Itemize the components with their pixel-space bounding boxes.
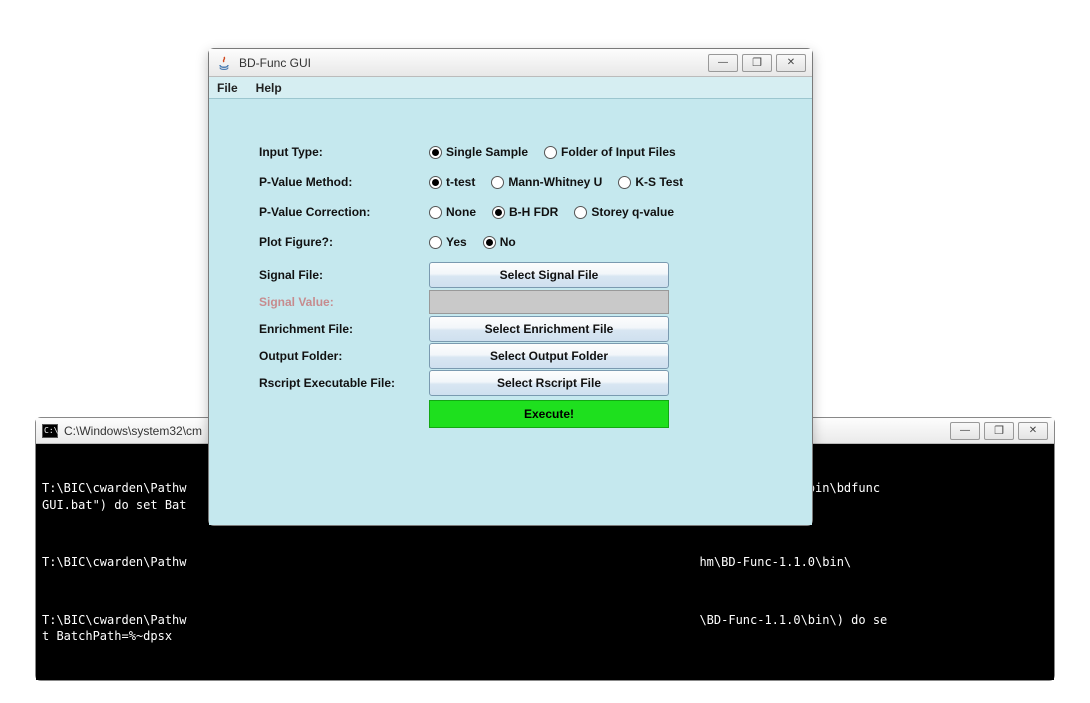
radio-storey-q[interactable]: Storey q-value (574, 205, 674, 219)
select-output-folder-button[interactable]: Select Output Folder (429, 343, 669, 369)
cmd-icon (42, 424, 58, 438)
menu-help[interactable]: Help (256, 81, 282, 95)
radio-icon (483, 236, 496, 249)
radio-bh-fdr[interactable]: B-H FDR (492, 205, 558, 219)
radio-folder-input[interactable]: Folder of Input Files (544, 145, 676, 159)
radio-plot-no[interactable]: No (483, 235, 516, 249)
gui-window: BD-Func GUI — ❐ ✕ File Help Input Type: … (208, 48, 813, 526)
label-rscript: Rscript Executable File: (259, 376, 429, 390)
console-minimize-button[interactable]: — (950, 422, 980, 440)
gui-titlebar[interactable]: BD-Func GUI — ❐ ✕ (209, 49, 812, 77)
radio-group-plot: Yes No (429, 235, 526, 249)
radio-group-p-method: t-test Mann-Whitney U K-S Test (429, 175, 693, 189)
radio-icon (429, 206, 442, 219)
signal-value-field (429, 290, 669, 314)
radio-label: Mann-Whitney U (508, 175, 602, 189)
console-close-button[interactable]: ✕ (1018, 422, 1048, 440)
label-plot: Plot Figure?: (259, 235, 429, 249)
execute-button[interactable]: Execute! (429, 400, 669, 428)
console-line: T:\BIC\cwarden\Pathw \BD-Func-1.1.0\bin\… (42, 612, 1048, 644)
gui-minimize-button[interactable]: — (708, 54, 738, 72)
menu-file[interactable]: File (217, 81, 238, 95)
gui-window-title: BD-Func GUI (239, 56, 708, 70)
radio-label: None (446, 205, 476, 219)
radio-mann-whitney[interactable]: Mann-Whitney U (491, 175, 602, 189)
radio-label: K-S Test (635, 175, 683, 189)
radio-label: Storey q-value (591, 205, 674, 219)
radio-label: Single Sample (446, 145, 528, 159)
radio-group-p-correction: None B-H FDR Storey q-value (429, 205, 684, 219)
console-restore-button[interactable]: ❐ (984, 422, 1014, 440)
radio-none[interactable]: None (429, 205, 476, 219)
radio-icon (429, 236, 442, 249)
gui-menubar: File Help (209, 77, 812, 99)
label-output-folder: Output Folder: (259, 349, 429, 363)
radio-icon (574, 206, 587, 219)
label-signal-file: Signal File: (259, 268, 429, 282)
label-enrichment-file: Enrichment File: (259, 322, 429, 336)
radio-icon (618, 176, 631, 189)
label-p-method: P-Value Method: (259, 175, 429, 189)
console-line: T:\BIC\cwarden\Pathw hm\BD-Func-1.1.0\bi… (42, 554, 1048, 570)
radio-label: B-H FDR (509, 205, 558, 219)
java-icon (215, 54, 233, 72)
radio-icon (544, 146, 557, 159)
label-signal-value: Signal Value: (259, 295, 429, 309)
gui-window-controls: — ❐ ✕ (708, 54, 806, 72)
radio-icon (429, 146, 442, 159)
radio-ttest[interactable]: t-test (429, 175, 475, 189)
gui-close-button[interactable]: ✕ (776, 54, 806, 72)
select-signal-file-button[interactable]: Select Signal File (429, 262, 669, 288)
radio-icon (492, 206, 505, 219)
radio-single-sample[interactable]: Single Sample (429, 145, 528, 159)
radio-label: Folder of Input Files (561, 145, 676, 159)
radio-plot-yes[interactable]: Yes (429, 235, 467, 249)
label-p-correction: P-Value Correction: (259, 205, 429, 219)
radio-icon (491, 176, 504, 189)
radio-label: No (500, 235, 516, 249)
radio-label: Yes (446, 235, 467, 249)
select-rscript-file-button[interactable]: Select Rscript File (429, 370, 669, 396)
radio-label: t-test (446, 175, 475, 189)
radio-icon (429, 176, 442, 189)
radio-ks-test[interactable]: K-S Test (618, 175, 683, 189)
console-window-controls: — ❐ ✕ (950, 422, 1048, 440)
gui-restore-button[interactable]: ❐ (742, 54, 772, 72)
select-enrichment-file-button[interactable]: Select Enrichment File (429, 316, 669, 342)
gui-content: Input Type: Single Sample Folder of Inpu… (209, 99, 812, 525)
radio-group-input-type: Single Sample Folder of Input Files (429, 145, 686, 159)
label-input-type: Input Type: (259, 145, 429, 159)
